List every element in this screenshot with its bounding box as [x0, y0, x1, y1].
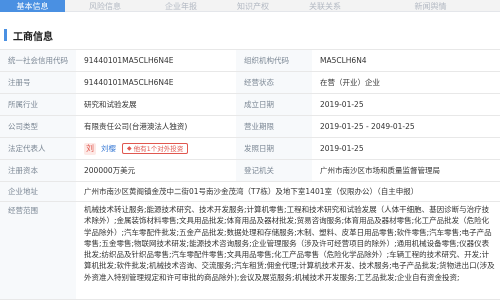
table-row: 经营范围 机械技术转让服务;能源技术研究、技术开发服务;计算机零售;工程和技术研… — [0, 202, 500, 300]
business-info-table: 统一社会信用代码 91440101MA5CLH6N4E 组织机构代码 MA5CL… — [0, 49, 500, 300]
rep-avatar: 刘 — [84, 142, 96, 155]
status-value: 在营（开业）企业 — [320, 77, 380, 87]
industry-label: 所属行业 — [0, 94, 76, 115]
tab-risk-info[interactable]: 风险信息 — [65, 0, 145, 12]
legal-rep-value: 刘 刘樱 ◆ 他有1个对外投资 — [76, 138, 236, 159]
investment-icon: ◆ — [127, 144, 132, 152]
legal-rep-label: 法定代表人 — [0, 138, 76, 159]
table-row: 公司类型 有限责任公司(台港澳法人独资) 营业期限 2019-01-25 - 2… — [0, 116, 500, 138]
reg-no-label: 注册号 — [0, 72, 76, 93]
table-row: 注册号 91440101MA5CLH6N4E 经营状态 在营（开业）企业 — [0, 72, 500, 94]
table-row: 法定代表人 刘 刘樱 ◆ 他有1个对外投资 发照日期 2019-01-25 — [0, 138, 500, 160]
investment-button-label: 他有1个对外投资 — [133, 144, 184, 153]
table-row: 所属行业 研究和试验发展 成立日期 2019-01-25 — [0, 94, 500, 116]
est-date-label: 成立日期 — [236, 94, 312, 115]
tab-relations[interactable]: 关联关系 — [289, 0, 361, 12]
est-date-value: 2019-01-25 — [320, 99, 364, 109]
term-label: 营业期限 — [236, 116, 312, 137]
authority-label: 登记机关 — [236, 160, 312, 181]
address-label: 企业地址 — [0, 182, 76, 201]
issue-date-value: 2019-01-25 — [320, 143, 364, 153]
investment-button[interactable]: ◆ 他有1个对外投资 — [122, 143, 189, 154]
org-code-value: MA5CLH6N4 — [320, 55, 367, 65]
tab-basic-info[interactable]: 基本信息 — [0, 0, 65, 12]
section-title: 工商信息 — [13, 31, 53, 43]
reg-no-value: 91440101MA5CLH6N4E — [84, 77, 174, 87]
section-header: 工商信息 — [4, 27, 53, 43]
tab-news[interactable]: 新闻舆情 — [361, 0, 500, 12]
authority-value: 广州市南沙区市场和质量监督管理局 — [320, 165, 440, 175]
capital-value: 200000万美元 — [84, 165, 136, 175]
capital-label: 注册资本 — [0, 160, 76, 181]
table-row: 注册资本 200000万美元 登记机关 广州市南沙区市场和质量监督管理局 — [0, 160, 500, 182]
address-value: 广州市南沙区黄阁镇金茂中二街01号南沙金茂湾（T7栋）及地下室1401室（仅限办… — [84, 186, 419, 196]
section-accent-bar — [4, 29, 7, 41]
company-type-label: 公司类型 — [0, 116, 76, 137]
scope-value: 机械技术转让服务;能源技术研究、技术开发服务;计算机零售;工程和技术研究和试验发… — [84, 205, 495, 282]
term-value: 2019-01-25 - 2049-01-25 — [320, 121, 415, 131]
tab-ip[interactable]: 知识产权 — [217, 0, 289, 12]
issue-date-label: 发照日期 — [236, 138, 312, 159]
credit-code-value: 91440101MA5CLH6N4E — [84, 55, 174, 65]
org-code-label: 组织机构代码 — [236, 50, 312, 71]
table-row: 企业地址 广州市南沙区黄阁镇金茂中二街01号南沙金茂湾（T7栋）及地下室1401… — [0, 182, 500, 202]
table-row: 统一社会信用代码 91440101MA5CLH6N4E 组织机构代码 MA5CL… — [0, 50, 500, 72]
company-type-value: 有限责任公司(台港澳法人独资) — [84, 121, 188, 131]
industry-value: 研究和试验发展 — [84, 99, 137, 109]
status-label: 经营状态 — [236, 72, 312, 93]
tab-annual-report[interactable]: 企业年报 — [145, 0, 217, 12]
legal-rep-link[interactable]: 刘樱 — [101, 144, 116, 154]
tab-bar: 基本信息 风险信息 企业年报 知识产权 关联关系 新闻舆情 — [0, 0, 500, 12]
scope-label: 经营范围 — [0, 202, 76, 299]
credit-code-label: 统一社会信用代码 — [0, 50, 76, 71]
